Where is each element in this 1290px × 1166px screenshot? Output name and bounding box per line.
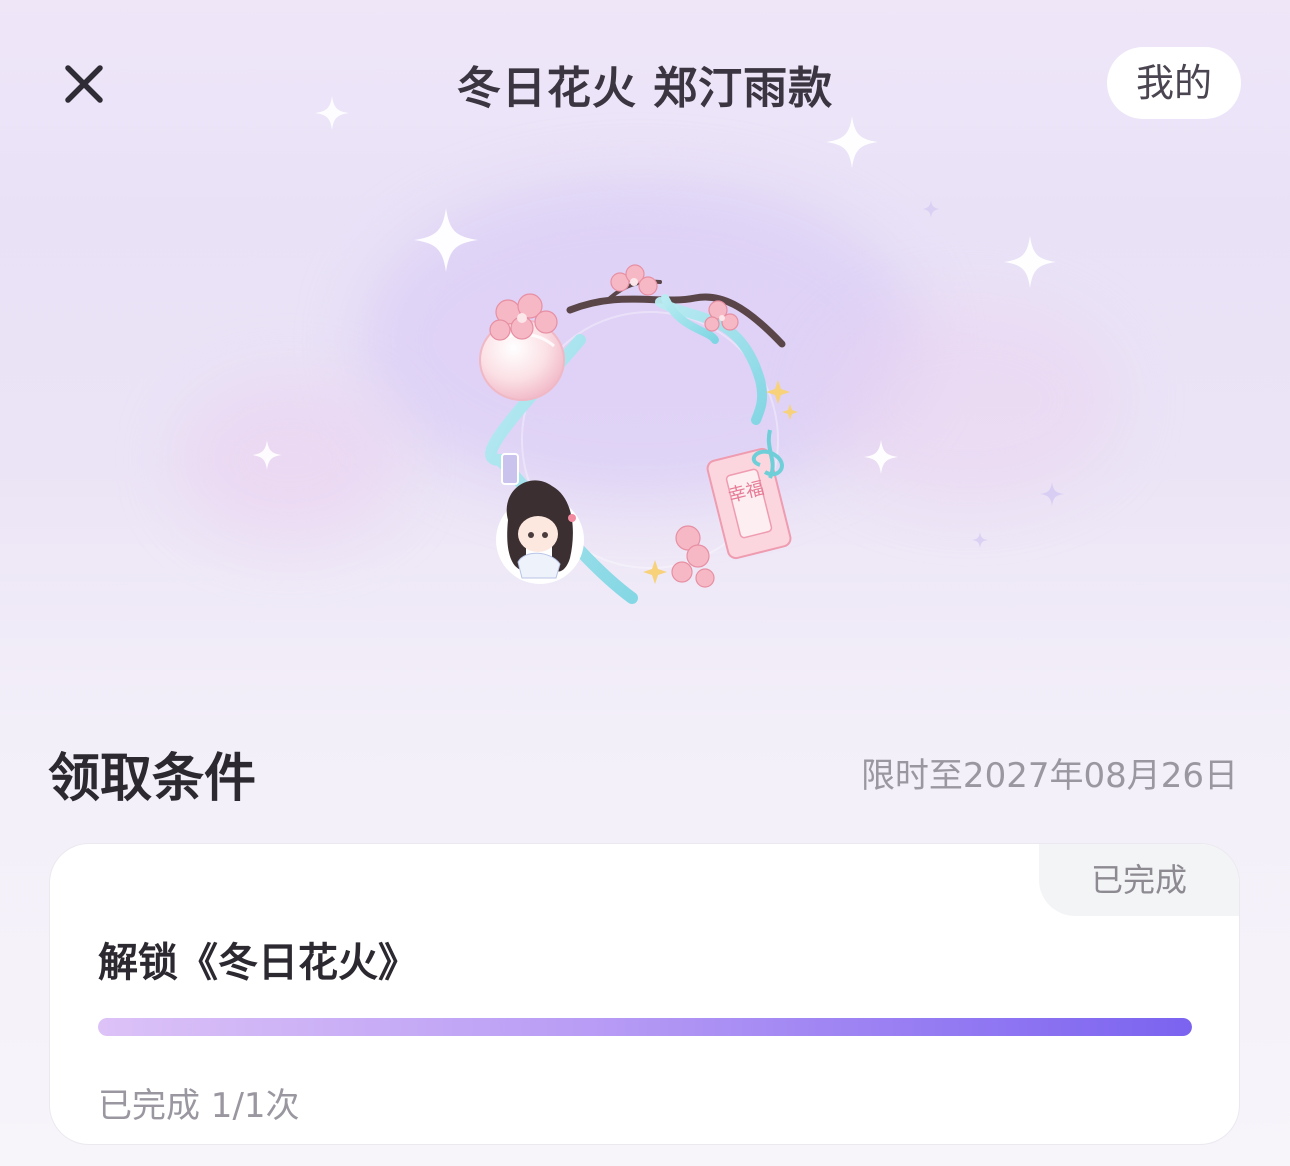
progress-text: 已完成 1/1次 bbox=[98, 1086, 300, 1126]
sparkle-icon bbox=[1004, 236, 1056, 288]
sparkle-icon bbox=[252, 440, 282, 470]
sparkle-icon bbox=[864, 440, 898, 474]
sparkle-icon bbox=[826, 116, 878, 168]
task-card: 已完成 解锁《冬日花火》 已完成 1/1次 bbox=[49, 843, 1240, 1145]
sparkle-icon bbox=[922, 200, 940, 218]
status-badge: 已完成 bbox=[1039, 844, 1239, 916]
page-title: 冬日花火 郑汀雨款 bbox=[456, 63, 834, 114]
progress-bar bbox=[98, 1018, 1192, 1036]
background-glow bbox=[180, 380, 400, 540]
sparkle-icon bbox=[315, 96, 349, 130]
sparkle-icon bbox=[1040, 482, 1064, 506]
task-title: 解锁《冬日花火》 bbox=[98, 940, 418, 986]
avatar-frame-artwork: 幸福 bbox=[479, 264, 798, 604]
deadline-text: 限时至2027年08月26日 bbox=[860, 756, 1238, 796]
section-title: 领取条件 bbox=[48, 749, 257, 809]
mine-button[interactable]: 我的 bbox=[1107, 47, 1241, 119]
sparkle-icon bbox=[972, 532, 988, 548]
header: 冬日花火 郑汀雨款 我的 bbox=[0, 0, 1290, 170]
progress-fill bbox=[98, 1018, 1192, 1036]
